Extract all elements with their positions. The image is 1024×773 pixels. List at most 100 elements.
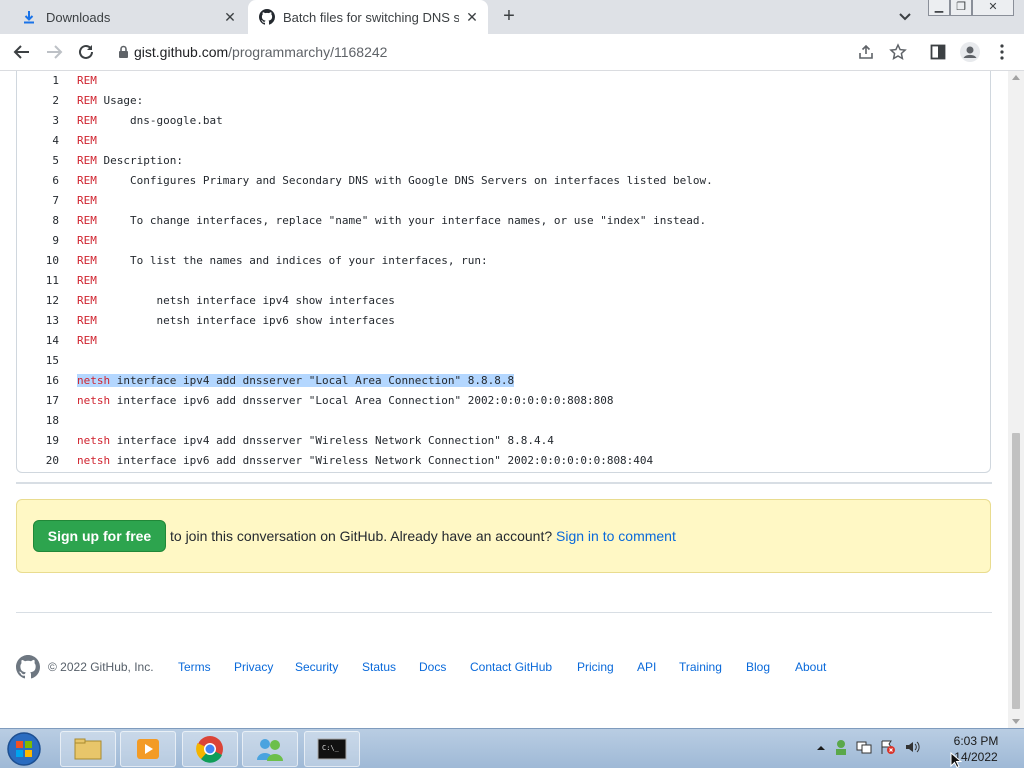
code-rest: interface ipv4 add dnsserver "Wireless N… xyxy=(110,434,554,447)
scroll-down-icon[interactable] xyxy=(1012,719,1020,724)
code-keyword: netsh xyxy=(77,434,111,447)
signup-text: to join this conversation on GitHub. Alr… xyxy=(170,528,557,544)
line-number[interactable]: 10 xyxy=(17,251,59,271)
footer-link-about[interactable]: About xyxy=(795,660,826,674)
footer-link-contact[interactable]: Contact GitHub xyxy=(470,660,552,674)
footer-link-terms[interactable]: Terms xyxy=(178,660,211,674)
code-text: REM xyxy=(77,231,97,251)
side-panel-icon[interactable] xyxy=(928,42,948,62)
line-number[interactable]: 18 xyxy=(17,411,59,431)
sign-up-button[interactable]: Sign up for free xyxy=(33,520,166,552)
code-rest: interface ipv6 add dnsserver "Local Area… xyxy=(110,394,614,407)
profile-avatar-icon[interactable] xyxy=(960,42,980,62)
volume-icon[interactable] xyxy=(904,739,920,760)
forward-icon[interactable] xyxy=(44,42,64,62)
code-keyword: netsh xyxy=(77,454,111,467)
line-number[interactable]: 6 xyxy=(17,171,59,191)
footer-link-status[interactable]: Status xyxy=(362,660,396,674)
sign-in-link[interactable]: Sign in to comment xyxy=(556,528,676,544)
action-center-flag-icon[interactable] xyxy=(880,739,896,760)
code-text: REM xyxy=(77,271,97,291)
line-number[interactable]: 12 xyxy=(17,291,59,311)
line-number[interactable]: 2 xyxy=(17,91,59,111)
code-rest: Configures Primary and Secondary DNS wit… xyxy=(96,174,713,187)
code-rest: netsh interface ipv4 show interfaces xyxy=(96,294,395,307)
code-keyword: REM xyxy=(77,294,97,307)
footer-link-pricing[interactable]: Pricing xyxy=(577,660,614,674)
line-number[interactable]: 4 xyxy=(17,131,59,151)
code-text: REM xyxy=(77,331,97,351)
code-content: REM netsh interface ipv4 show interfaces xyxy=(77,294,395,307)
page-content: 1 REM 2 REM Usage: 3 REM dns-google.bat 4 REM 5 R… xyxy=(0,71,1008,728)
media-player-taskbar-icon[interactable] xyxy=(120,731,176,767)
chrome-taskbar-icon[interactable] xyxy=(182,731,238,767)
bookmark-star-icon[interactable] xyxy=(888,42,908,62)
footer-link-training[interactable]: Training xyxy=(679,660,722,674)
scrollbar-thumb[interactable] xyxy=(1012,433,1020,709)
start-button-icon[interactable] xyxy=(2,731,46,767)
user-tray-icon[interactable] xyxy=(834,739,848,760)
tab-gist[interactable]: Batch files for switching DNS ser ✕ xyxy=(248,0,488,34)
minimize-icon[interactable]: ▁ xyxy=(928,0,950,16)
new-tab-icon[interactable]: + xyxy=(498,6,520,28)
tab-downloads[interactable]: Downloads ✕ xyxy=(8,0,246,34)
footer-link-docs[interactable]: Docs xyxy=(419,660,446,674)
line-number[interactable]: 7 xyxy=(17,191,59,211)
close-tab-icon[interactable]: ✕ xyxy=(464,9,480,25)
reload-icon[interactable] xyxy=(76,42,96,62)
page-scrollbar[interactable] xyxy=(1008,71,1024,728)
code-line: 1 REM xyxy=(17,71,990,91)
footer-link-security[interactable]: Security xyxy=(295,660,338,674)
selected-text: netsh interface ipv4 add dnsserver "Loca… xyxy=(77,374,515,387)
github-logo-icon[interactable] xyxy=(16,655,40,679)
share-icon[interactable] xyxy=(856,42,876,62)
cmd-taskbar-icon[interactable]: C:\_ xyxy=(304,731,360,767)
line-number[interactable]: 11 xyxy=(17,271,59,291)
line-number[interactable]: 9 xyxy=(17,231,59,251)
signup-message: to join this conversation on GitHub. Alr… xyxy=(170,528,676,544)
line-number[interactable]: 13 xyxy=(17,311,59,331)
line-number[interactable]: 20 xyxy=(17,451,59,471)
footer-link-api[interactable]: API xyxy=(637,660,656,674)
address-bar[interactable]: gist.github.com/programmarchy/1168242 xyxy=(108,37,916,67)
line-number[interactable]: 5 xyxy=(17,151,59,171)
lock-icon[interactable] xyxy=(118,45,129,64)
line-number[interactable]: 16 xyxy=(17,371,59,391)
back-icon[interactable] xyxy=(12,42,32,62)
network-users-taskbar-icon[interactable] xyxy=(242,731,298,767)
code-rest: dns-google.bat xyxy=(96,114,223,127)
code-rest: netsh interface ipv6 show interfaces xyxy=(96,314,395,327)
code-text: REM Configures Primary and Secondary DNS… xyxy=(77,171,713,191)
divider xyxy=(16,482,992,484)
line-number[interactable]: 3 xyxy=(17,111,59,131)
code-text: netsh interface ipv6 add dnsserver "Wire… xyxy=(77,451,653,471)
close-tab-icon[interactable]: ✕ xyxy=(222,9,238,25)
code-content: REM Configures Primary and Secondary DNS… xyxy=(77,174,713,187)
browser-toolbar: gist.github.com/programmarchy/1168242 xyxy=(0,34,1024,71)
footer-link-privacy[interactable]: Privacy xyxy=(234,660,273,674)
line-number[interactable]: 15 xyxy=(17,351,59,371)
code-line: 9 REM xyxy=(17,231,990,251)
code-keyword: REM xyxy=(77,134,97,147)
network-icon[interactable] xyxy=(856,739,872,760)
menu-kebab-icon[interactable] xyxy=(992,42,1012,62)
code-text: netsh interface ipv6 add dnsserver "Loca… xyxy=(77,391,613,411)
scroll-up-icon[interactable] xyxy=(1012,75,1020,80)
code-text: REM To list the names and indices of you… xyxy=(77,251,488,271)
code-text: REM netsh interface ipv6 show interfaces xyxy=(77,311,395,331)
line-number[interactable]: 17 xyxy=(17,391,59,411)
code-text: REM xyxy=(77,131,97,151)
code-keyword: REM xyxy=(77,234,97,247)
code-rest: To change interfaces, replace "name" wit… xyxy=(96,214,707,227)
footer-link-blog[interactable]: Blog xyxy=(746,660,770,674)
code-line: 2 REM Usage: xyxy=(17,91,990,111)
line-number[interactable]: 19 xyxy=(17,431,59,451)
close-window-icon[interactable]: ✕ xyxy=(972,0,1014,16)
restore-icon[interactable]: ❐ xyxy=(950,0,972,16)
explorer-taskbar-icon[interactable] xyxy=(60,731,116,767)
show-hidden-icons-icon[interactable] xyxy=(816,740,826,758)
line-number[interactable]: 1 xyxy=(17,71,59,91)
line-number[interactable]: 8 xyxy=(17,211,59,231)
line-number[interactable]: 14 xyxy=(17,331,59,351)
tab-search-chevron-icon[interactable] xyxy=(896,9,914,25)
